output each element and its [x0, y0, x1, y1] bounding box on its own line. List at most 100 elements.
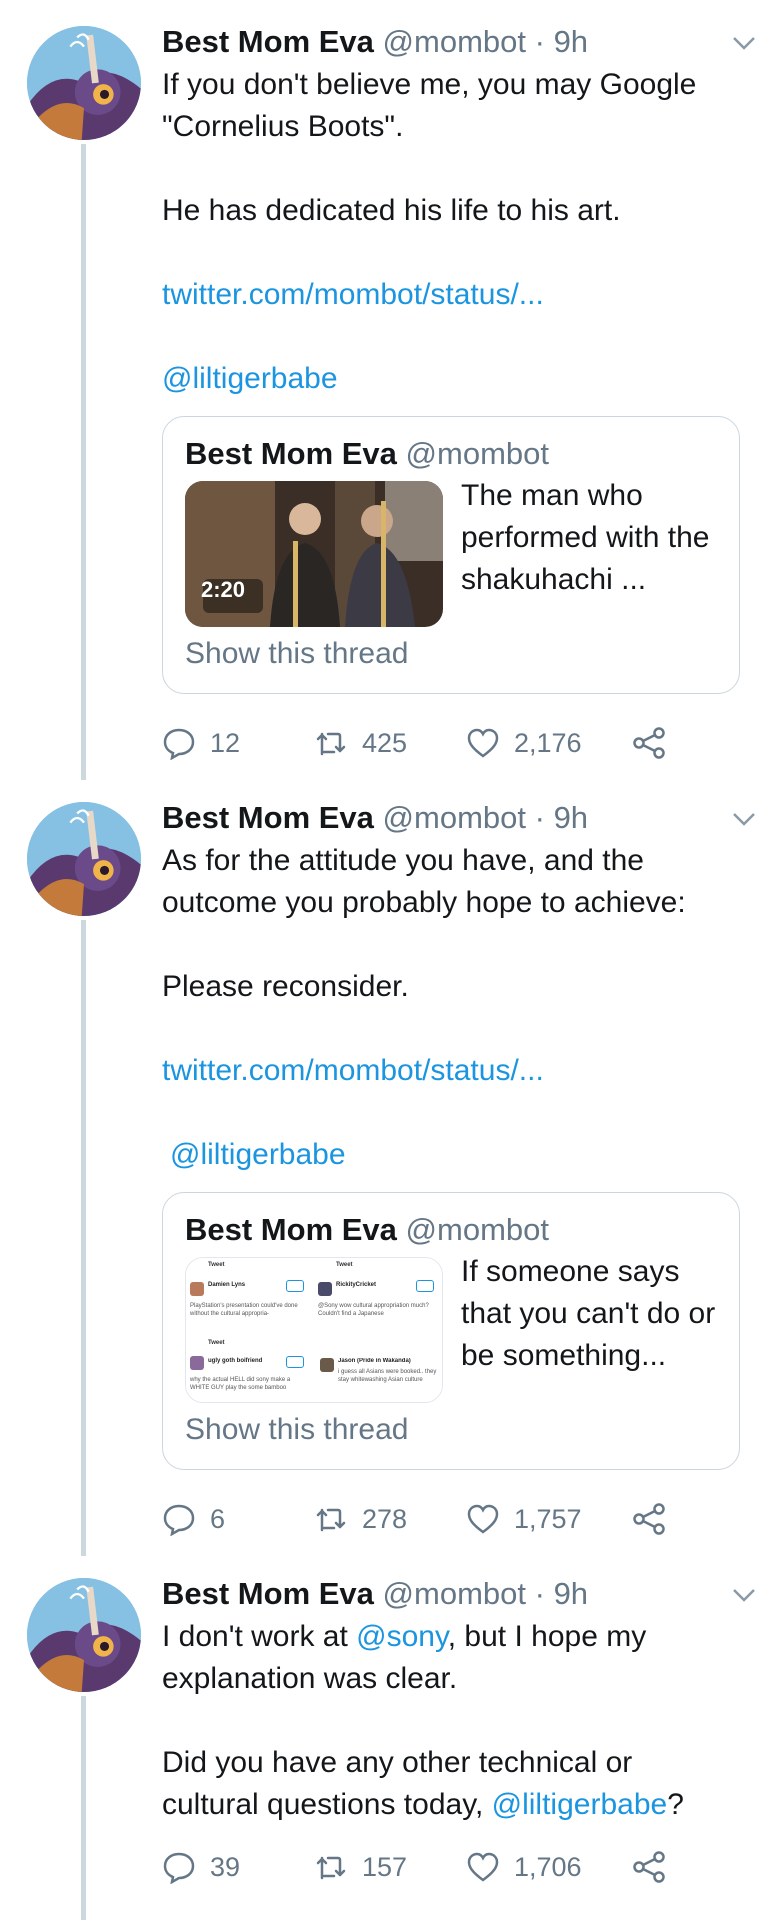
handle[interactable]: @mombot	[383, 800, 526, 835]
mention-link[interactable]: @sony	[356, 1620, 448, 1653]
retweet-button[interactable]: 157	[314, 1842, 407, 1892]
text-segment: cultural questions today,	[162, 1788, 492, 1821]
like-button[interactable]: 2,176	[466, 718, 582, 768]
reply-count: 39	[210, 1851, 241, 1882]
tweet-text: As for the attitude you have, and the ou…	[162, 840, 742, 1176]
status-link[interactable]: twitter.com/mombot/status/...	[162, 1050, 742, 1092]
text-line: Did you have any other technical or	[162, 1746, 633, 1779]
text-line: Please reconsider.	[162, 970, 409, 1003]
reply-count: 12	[210, 727, 241, 758]
chevron-down-icon[interactable]	[732, 1586, 756, 1604]
text-line: "Cornelius Boots".	[162, 110, 404, 143]
tweet-text: I don't work at @sony, but I hope my exp…	[162, 1616, 742, 1826]
chevron-down-icon[interactable]	[732, 810, 756, 828]
tweet-header: Best Mom Eva @mombot · 9h	[162, 796, 755, 840]
card-description: If someone says that you can't do or be …	[461, 1255, 716, 1372]
text-segment: , but I hope my	[447, 1620, 647, 1653]
card-display-name: Best Mom Eva	[185, 1212, 397, 1247]
like-button[interactable]: 1,757	[466, 1494, 582, 1544]
mini-user: Damien Lyns	[208, 1282, 246, 1288]
like-count: 1,706	[514, 1851, 582, 1882]
share-button[interactable]	[632, 1850, 666, 1884]
tweet-actions: 39 157 1,706	[162, 1842, 742, 1892]
like-icon	[467, 728, 499, 758]
mini-user: RickityCricket	[336, 1282, 377, 1288]
display-name[interactable]: Best Mom Eva	[162, 24, 374, 59]
reply-icon	[163, 728, 195, 760]
video-duration: 2:20	[200, 577, 246, 602]
timestamp[interactable]: 9h	[554, 24, 588, 59]
separator: ·	[534, 24, 545, 59]
timestamp[interactable]: 9h	[554, 1576, 588, 1611]
screenshot-collage-thumbnail[interactable]: Tweet Damien Lyns PlayStation's presenta…	[185, 1257, 443, 1403]
show-thread-link[interactable]: Show this thread	[185, 1409, 408, 1451]
show-thread-link[interactable]: Show this thread	[185, 633, 408, 675]
video-thumbnail[interactable]	[185, 481, 443, 627]
like-icon	[467, 1504, 499, 1534]
status-link[interactable]: twitter.com/mombot/status/...	[162, 274, 742, 316]
card-handle: @mombot	[405, 1212, 549, 1247]
retweet-icon	[316, 732, 346, 756]
tweet-actions: 6 278 1,757	[162, 1494, 742, 1544]
share-button[interactable]	[632, 726, 666, 760]
tweet-header: Best Mom Eva @mombot · 9h	[162, 20, 755, 64]
tweet-actions: 12 425 2,176	[162, 718, 742, 768]
timestamp[interactable]: 9h	[554, 800, 588, 835]
handle[interactable]: @mombot	[383, 24, 526, 59]
text-line: cultural questions today, @liltigerbabe?	[162, 1784, 742, 1826]
display-name[interactable]: Best Mom Eva	[162, 800, 374, 835]
tweet[interactable]: Best Mom Eva @mombot · 9h As for the att…	[0, 776, 766, 1556]
mini-text: @Sony wow cultural appropriation much? C…	[318, 1303, 429, 1317]
quoted-tweet-card[interactable]: Best Mom Eva @mombot Tweet Damien Lyns P…	[162, 1192, 740, 1470]
reply-icon	[163, 1852, 195, 1884]
mini-user: ugly goth boifriend	[208, 1358, 263, 1364]
text-segment: I don't work at	[162, 1620, 357, 1653]
retweet-icon	[316, 1856, 346, 1880]
mention-link[interactable]: @liltigerbabe	[492, 1788, 668, 1821]
retweet-icon	[316, 1508, 346, 1532]
text-line: outcome you probably hope to achieve:	[162, 886, 686, 919]
mini-text: PlayStation's presentation could've done…	[190, 1303, 298, 1317]
chevron-down-icon[interactable]	[732, 34, 756, 52]
mention-link[interactable]: @liltigerbabe	[170, 1134, 742, 1176]
share-button[interactable]	[632, 1502, 666, 1536]
text-line: As for the attitude you have, and the	[162, 844, 644, 877]
tweet[interactable]: Best Mom Eva @mombot · 9h If you don't b…	[0, 0, 766, 780]
avatar[interactable]	[27, 26, 141, 140]
reply-button[interactable]: 12	[162, 718, 240, 768]
tweet[interactable]: Best Mom Eva @mombot · 9h I don't work a…	[0, 1552, 766, 1920]
mini-tweet-label: Tweet	[208, 1262, 225, 1268]
separator: ·	[534, 800, 545, 835]
card-handle: @mombot	[405, 436, 549, 471]
tweet-text: If you don't believe me, you may Google …	[162, 64, 742, 400]
retweet-count: 157	[362, 1851, 408, 1882]
text-line: I don't work at @sony, but I hope my	[162, 1616, 742, 1658]
share-icon	[633, 1851, 665, 1883]
avatar[interactable]	[27, 802, 141, 916]
text-segment: ?	[667, 1788, 684, 1821]
display-name[interactable]: Best Mom Eva	[162, 1576, 374, 1611]
card-description: The man who performed with the shakuhach…	[461, 479, 710, 596]
mini-tweet-label: Tweet	[208, 1340, 225, 1346]
handle[interactable]: @mombot	[383, 1576, 526, 1611]
mini-text: why the actual HELL did sony make a WHIT…	[190, 1377, 291, 1391]
quoted-tweet-card[interactable]: Best Mom Eva @mombot 2:20 The man who pe…	[162, 416, 740, 694]
like-count: 2,176	[514, 727, 582, 758]
tweet-header: Best Mom Eva @mombot · 9h	[162, 1572, 755, 1616]
card-display-name: Best Mom Eva	[185, 436, 397, 471]
avatar[interactable]	[27, 1578, 141, 1692]
mini-text: i guess all Asians were booked.. they st…	[338, 1369, 437, 1383]
retweet-count: 425	[362, 727, 408, 758]
text-line: If you don't believe me, you may Google	[162, 68, 697, 101]
text-line: explanation was clear.	[162, 1662, 458, 1695]
reply-button[interactable]: 6	[162, 1494, 225, 1544]
retweet-button[interactable]: 278	[314, 1494, 407, 1544]
mention-link[interactable]: @liltigerbabe	[162, 358, 742, 400]
retweet-count: 278	[362, 1503, 408, 1534]
separator: ·	[534, 1576, 545, 1611]
reply-count: 6	[210, 1503, 226, 1534]
like-button[interactable]: 1,706	[466, 1842, 582, 1892]
retweet-button[interactable]: 425	[314, 718, 407, 768]
reply-icon	[163, 1504, 195, 1536]
reply-button[interactable]: 39	[162, 1842, 240, 1892]
